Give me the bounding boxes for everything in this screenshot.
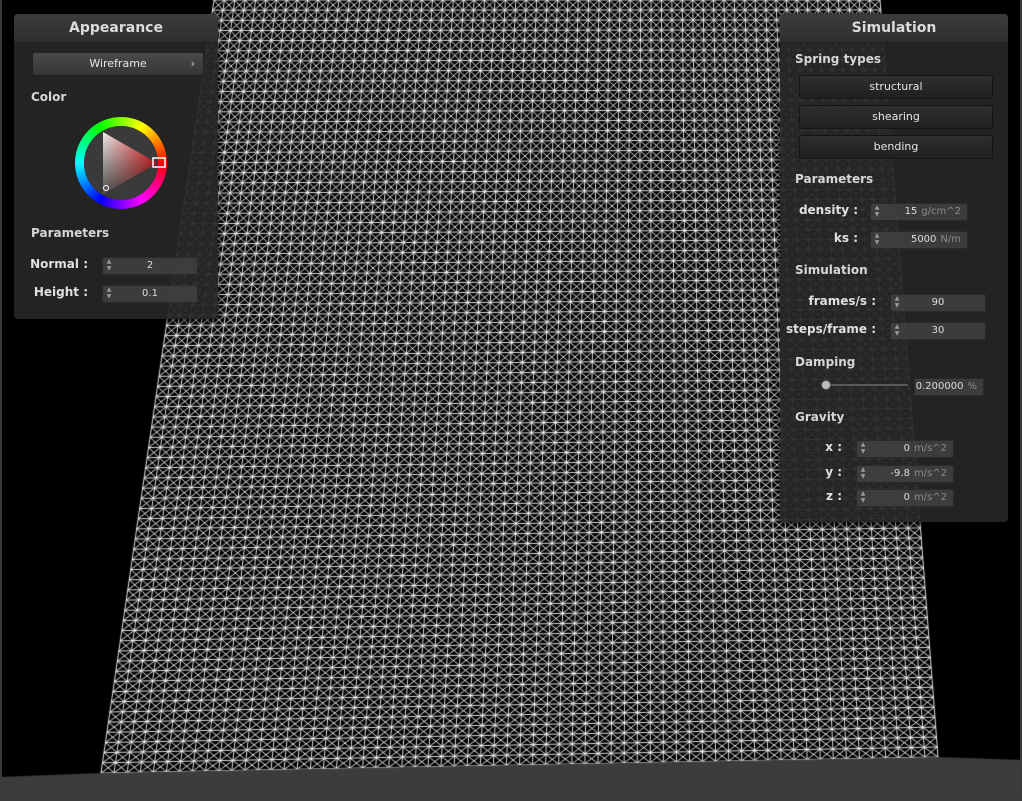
gravity-z-input[interactable]: ▲ ▼ 0 m/s^2 [856,489,954,507]
color-wheel-icon [74,116,168,210]
height-label: Height : [33,285,88,299]
gravity-x-value: 0 [903,443,910,454]
gravity-y-value-wrap: -9.8 m/s^2 [890,466,947,482]
gravity-z-value: 0 [903,492,910,503]
chevron-right-icon: › [190,57,195,70]
steps-label: steps/frame : [786,322,876,336]
gravity-y-input[interactable]: ▲ ▼ -9.8 m/s^2 [856,465,954,483]
density-input[interactable]: ▲ ▼ 15 g/cm^2 [870,203,968,221]
spinner-arrows-icon[interactable]: ▲ ▼ [873,204,881,220]
gravity-x-value-wrap: 0 m/s^2 [904,441,947,457]
simulation-title: Simulation [780,14,1008,43]
shearing-button[interactable]: shearing [799,105,993,129]
damping-slider-knob[interactable] [821,380,831,390]
bending-button[interactable]: bending [799,135,993,159]
ks-unit: N/m [940,234,961,245]
gravity-y-label: y : [825,465,842,479]
damping-label: Damping [795,355,856,369]
gravity-y-value: -9.8 [890,468,910,479]
gravity-y-unit: m/s^2 [913,468,947,479]
steps-value: 30 [931,325,945,336]
simulation-panel: Simulation Spring types structural shear… [780,14,1008,522]
gravity-z-value-wrap: 0 m/s^2 [904,490,947,506]
damping-unit: % [967,381,977,392]
damping-value: 0.200000 [915,381,964,392]
appearance-title: Appearance [14,14,218,43]
density-value: 15 [904,206,918,217]
normal-input[interactable]: ▲ ▼ 2 [102,257,198,275]
frames-input[interactable]: ▲ ▼ 90 [890,294,986,312]
height-input[interactable]: ▲ ▼ 0.1 [102,285,198,303]
sim-simulation-label: Simulation [795,263,868,277]
damping-value-wrap: 0.200000% [916,379,977,395]
gravity-x-unit: m/s^2 [913,443,947,454]
gravity-z-label: z : [826,489,842,503]
spinner-arrows-icon[interactable]: ▲ ▼ [873,232,881,248]
gravity-z-unit: m/s^2 [913,492,947,503]
steps-input[interactable]: ▲ ▼ 30 [890,322,986,340]
density-value-wrap: 15 g/cm^2 [905,204,961,220]
density-unit: g/cm^2 [921,206,961,217]
gravity-label: Gravity [795,410,845,424]
structural-button[interactable]: structural [799,75,993,99]
gravity-x-label: x : [825,440,842,454]
spinner-arrows-icon[interactable]: ▲ ▼ [859,466,867,482]
ks-label: ks : [833,231,858,245]
appearance-panel: Appearance Wireframe › Color Parameters … [14,14,218,319]
frames-value: 90 [931,297,945,308]
sim-parameters-label: Parameters [795,172,874,186]
density-label: density : [798,203,858,217]
shader-dropdown[interactable]: Wireframe › [32,52,204,76]
shader-dropdown-label: Wireframe [89,57,147,70]
normal-label: Normal : [30,257,88,271]
spinner-arrows-icon[interactable]: ▲ ▼ [859,490,867,506]
damping-slider-track[interactable] [826,384,908,386]
normal-value: 2 [146,260,154,271]
height-value: 0.1 [142,288,158,299]
gravity-x-input[interactable]: ▲ ▼ 0 m/s^2 [856,440,954,458]
ks-value: 5000 [910,234,937,245]
frames-label: frames/s : [808,294,876,308]
appearance-parameters-label: Parameters [31,226,110,240]
damping-input[interactable]: 0.200000% [914,378,984,396]
spring-types-label: Spring types [795,52,882,66]
color-wheel[interactable] [74,116,168,210]
color-label: Color [31,90,67,104]
ks-value-wrap: 5000 N/m [911,232,961,248]
spinner-arrows-icon[interactable]: ▲ ▼ [859,441,867,457]
ks-input[interactable]: ▲ ▼ 5000 N/m [870,231,968,249]
